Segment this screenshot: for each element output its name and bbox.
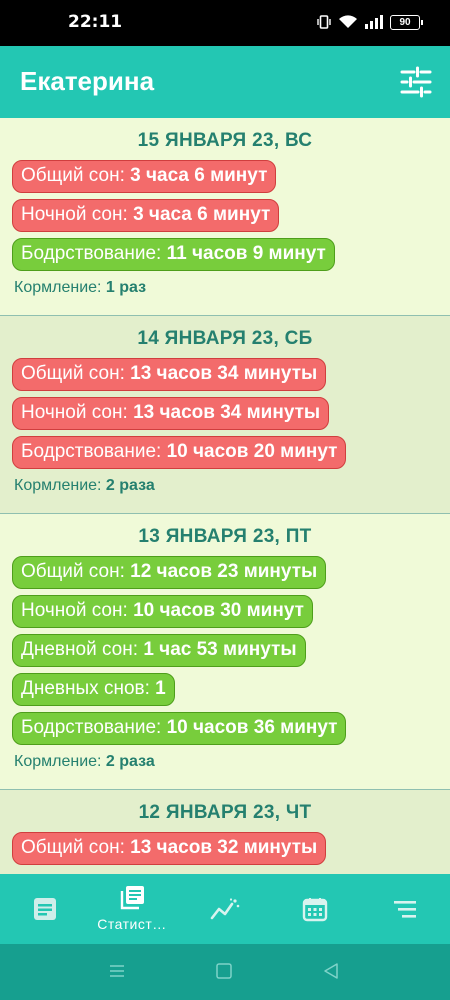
filter-settings-icon[interactable] bbox=[400, 66, 432, 98]
app-bar: Екатерина bbox=[0, 46, 450, 118]
stat-night-sleep: Ночной сон: 10 часов 30 минут bbox=[12, 595, 313, 628]
day-stats-list[interactable]: 15 ЯНВАРЯ 23, ВС Общий сон: 3 часа 6 мин… bbox=[0, 118, 450, 874]
nav-journal[interactable] bbox=[0, 884, 90, 939]
nav-menu[interactable] bbox=[360, 884, 450, 939]
day-date: 15 ЯНВАРЯ 23, ВС bbox=[137, 130, 313, 151]
wifi-icon bbox=[339, 15, 357, 28]
vibrate-icon bbox=[317, 15, 331, 29]
back-icon[interactable] bbox=[322, 962, 340, 980]
stat-day-sleep: Дневной сон: 1 час 53 минуты bbox=[12, 634, 306, 667]
home-icon[interactable] bbox=[215, 962, 233, 980]
signal-icon bbox=[365, 15, 383, 29]
stat-total-sleep: Общий сон: 13 часов 32 минуты bbox=[12, 832, 327, 865]
journal-icon bbox=[34, 898, 56, 920]
stat-feeding: Кормление: 2 раза bbox=[14, 753, 155, 770]
nav-statistics[interactable]: Статист… bbox=[87, 884, 177, 939]
stat-awake: Бодрствование: 11 часов 9 минут bbox=[12, 238, 335, 271]
stat-feeding: Кормление: 1 раз bbox=[14, 279, 147, 296]
status-time: 22:11 bbox=[68, 12, 123, 32]
day-card[interactable]: 15 ЯНВАРЯ 23, ВС Общий сон: 3 часа 6 мин… bbox=[0, 118, 450, 316]
chart-icon bbox=[210, 898, 240, 920]
stat-feeding: Кормление: 2 раза bbox=[14, 477, 155, 494]
status-bar: 22:11 90 bbox=[0, 0, 450, 46]
page-title: Екатерина bbox=[20, 66, 155, 96]
bottom-navigation: Статист… bbox=[0, 874, 450, 944]
day-date: 14 ЯНВАРЯ 23, СБ bbox=[137, 328, 313, 349]
stat-total-sleep: Общий сон: 3 часа 6 минут bbox=[12, 160, 277, 193]
day-date: 13 ЯНВАРЯ 23, ПТ bbox=[138, 526, 312, 547]
system-navigation-bar bbox=[0, 944, 450, 1000]
nav-chart[interactable] bbox=[180, 884, 270, 939]
nav-calendar[interactable] bbox=[270, 884, 360, 939]
day-card[interactable]: 14 ЯНВАРЯ 23, СБ Общий сон: 13 часов 34 … bbox=[0, 316, 450, 514]
day-date: 12 ЯНВАРЯ 23, ЧТ bbox=[138, 802, 312, 823]
day-card[interactable]: 13 ЯНВАРЯ 23, ПТ Общий сон: 12 часов 23 … bbox=[0, 514, 450, 790]
stat-night-sleep: Ночной сон: 13 часов 34 минуты bbox=[12, 397, 330, 430]
statistics-icon bbox=[120, 886, 144, 910]
stat-awake: Бодрствование: 10 часов 20 минут bbox=[12, 436, 347, 469]
status-icons: 90 bbox=[316, 14, 423, 30]
calendar-icon bbox=[302, 898, 328, 922]
stat-night-sleep: Ночной сон: 3 часа 6 минут bbox=[12, 199, 280, 232]
battery-icon: 90 bbox=[390, 14, 423, 30]
stat-awake: Бодрствование: 10 часов 36 минут bbox=[12, 712, 347, 745]
menu-icon bbox=[394, 901, 416, 918]
stat-total-sleep: Общий сон: 12 часов 23 минуты bbox=[12, 556, 327, 589]
recent-apps-icon[interactable] bbox=[108, 962, 126, 980]
day-card[interactable]: 12 ЯНВАРЯ 23, ЧТ Общий сон: 13 часов 32 … bbox=[0, 790, 450, 874]
stat-day-naps-count: Дневных снов: 1 bbox=[12, 673, 175, 706]
nav-statistics-label: Статист… bbox=[97, 916, 167, 932]
stat-total-sleep: Общий сон: 13 часов 34 минуты bbox=[12, 358, 327, 391]
